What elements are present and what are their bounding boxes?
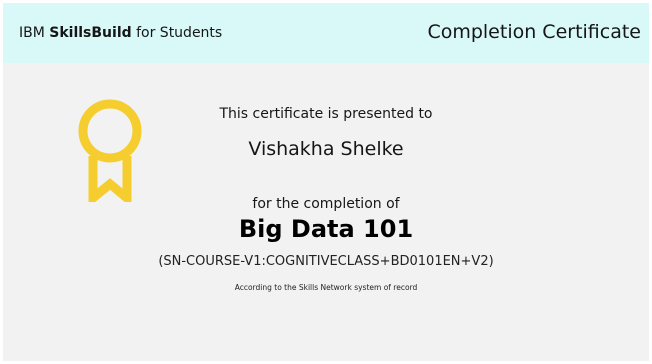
certificate-header: IBM SkillsBuild for Students Completion … <box>3 3 649 63</box>
certificate-type-title: Completion Certificate <box>427 21 641 43</box>
course-code: (SN-COURSE-V1:COGNITIVECLASS+BD0101EN+V2… <box>158 254 494 269</box>
record-note: According to the Skills Network system o… <box>234 283 418 292</box>
certificate: IBM SkillsBuild for Students Completion … <box>3 3 649 361</box>
brand-logo-text: IBM SkillsBuild for Students <box>19 25 222 41</box>
course-title: Big Data 101 <box>238 215 414 243</box>
brand-prefix: IBM <box>19 25 50 41</box>
brand-suffix: for Students <box>131 25 223 41</box>
presented-to-text: This certificate is presented to <box>219 106 433 122</box>
brand-bold: SkillsBuild <box>49 25 132 41</box>
completion-text: for the completion of <box>252 196 400 212</box>
recipient-name: Vishakha Shelke <box>248 138 404 160</box>
